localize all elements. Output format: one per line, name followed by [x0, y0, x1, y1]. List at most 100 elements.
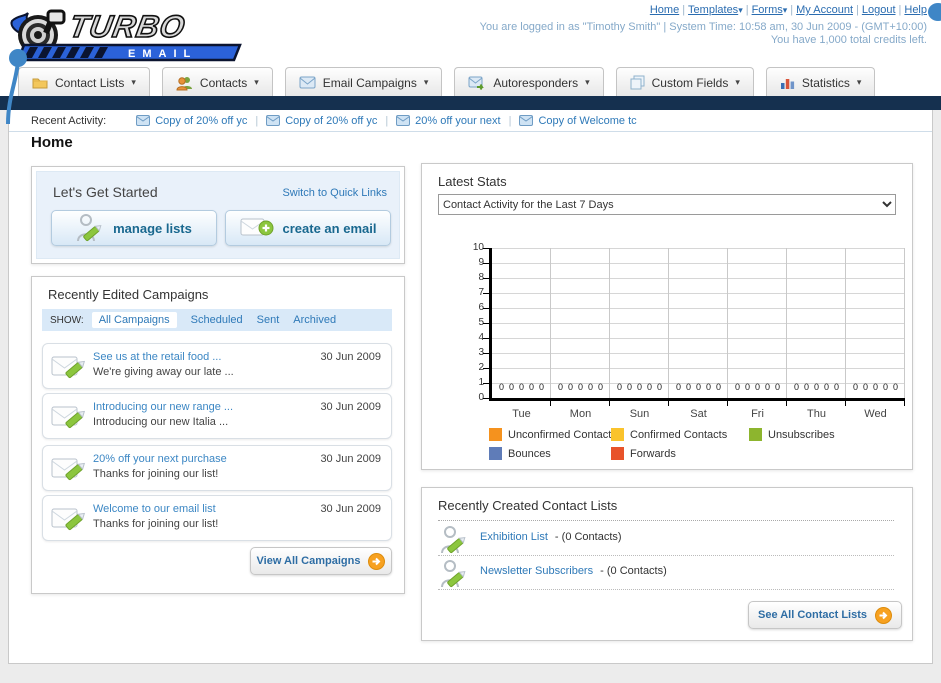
campaign-date: 30 Jun 2009	[320, 401, 381, 413]
tab-contacts[interactable]: Contacts ▾	[161, 67, 273, 97]
top-link-separator: |	[682, 4, 686, 16]
chart-y-tick	[483, 337, 489, 339]
get-started-title: Let's Get Started	[53, 184, 158, 200]
chart-value-labels: 00000	[787, 382, 846, 392]
legend-swatch	[611, 428, 624, 441]
tab-email-campaigns[interactable]: Email Campaigns ▾	[284, 67, 443, 97]
legend-item-forwards: Forwards	[611, 447, 676, 460]
contact-activity-chart: 0 0 0 0 0 Tue 0 0 0 0 0 Mon 0 0 0 0 0 Sun 0 0 0 0 0 Sat 0 0 0 0 0 Fri…	[483, 247, 905, 420]
contact-list-row[interactable]: Newsletter Subscribers - (0 Contacts)	[438, 556, 894, 590]
campaign-row[interactable]: Introducing our new range ... Introducing…	[42, 393, 392, 439]
campaign-title-link[interactable]: See us at the retail food ...	[93, 351, 221, 363]
top-link-help[interactable]: Help	[904, 4, 927, 16]
top-link-home[interactable]: Home	[650, 4, 679, 16]
chart-x-tick	[786, 401, 787, 406]
recent-activity-link[interactable]: Copy of Welcome tc	[519, 114, 637, 127]
filter-all-campaigns[interactable]: All Campaigns	[91, 312, 177, 328]
chart-x-label: Sat	[690, 408, 707, 420]
manage-lists-button[interactable]: manage lists	[51, 210, 217, 246]
chart-value-label: 0	[705, 382, 711, 392]
chart-gridline-h	[492, 323, 905, 324]
chart-y-tick	[483, 277, 489, 279]
top-link-templates[interactable]: Templates ▾	[688, 4, 743, 16]
top-link-logout[interactable]: Logout	[862, 4, 896, 16]
filter-archived[interactable]: Archived	[293, 314, 336, 326]
recent-activity-link[interactable]: Copy of 20% off yc	[136, 115, 247, 127]
chart-legend: Unconfirmed Contacts Confirmed Contacts Un…	[489, 428, 902, 466]
recent-activity-text: Copy of 20% off yc	[285, 114, 378, 127]
stats-period-select[interactable]: Contact Activity for the Last 7 Days	[438, 194, 896, 215]
view-all-campaigns-button[interactable]: View All Campaigns	[250, 547, 392, 575]
chart-y-tick	[483, 322, 489, 324]
legend-label: Confirmed Contacts	[630, 428, 728, 441]
switch-to-quick-links-link[interactable]: Switch to Quick Links	[282, 187, 387, 199]
contact-list-name-link[interactable]: Newsletter Subscribers	[480, 565, 593, 577]
campaign-row[interactable]: See us at the retail food ... We're givin…	[42, 343, 392, 389]
contact-list-name-link[interactable]: Exhibition List	[480, 531, 548, 543]
legend-swatch	[611, 447, 624, 460]
campaign-row[interactable]: Welcome to our email list Thanks for join…	[42, 495, 392, 541]
get-started-panel: Let's Get Started Switch to Quick Links …	[31, 166, 405, 264]
campaign-date: 30 Jun 2009	[320, 351, 381, 363]
chart-gridline-v	[550, 248, 551, 398]
chart-gridline-v	[727, 248, 728, 398]
tab-autoresponders[interactable]: Autoresponders ▾	[454, 67, 604, 97]
recent-activity-text: Copy of Welcome tc	[538, 114, 637, 127]
top-link-separator: |	[898, 4, 902, 16]
top-link-separator: |	[856, 4, 859, 16]
chevron-down-icon: ▾	[585, 77, 590, 87]
recent-activity-link[interactable]: Copy of 20% off yc	[266, 115, 377, 127]
campaign-subtitle: Thanks for joining our list!	[93, 518, 219, 530]
contact-list-text: Exhibition List - (0 Contacts)	[480, 531, 622, 543]
top-link-forms[interactable]: Forms ▾	[752, 4, 788, 16]
campaign-title-link[interactable]: Introducing our new range ...	[93, 401, 233, 413]
see-all-contact-lists-button[interactable]: See All Contact Lists	[748, 601, 902, 629]
contact-list-count: - (0 Contacts)	[551, 531, 622, 543]
main-nav-tabs: Contact Lists ▾ Contacts ▾ Email Campaigns ▾ A…	[18, 67, 876, 97]
top-link-my-account[interactable]: My Account	[796, 4, 853, 16]
chart-value-label: 0	[735, 382, 741, 392]
legend-item-bounces: Bounces	[489, 447, 551, 460]
chart-gridline-h	[492, 248, 905, 249]
campaign-row[interactable]: 20% off your next purchase Thanks for joi…	[42, 445, 392, 491]
mail-pencil-icon	[51, 505, 87, 532]
svg-text:EMAIL: EMAIL	[128, 48, 197, 60]
campaign-title-link[interactable]: Welcome to our email list	[93, 503, 216, 515]
chart-gridline-v	[668, 248, 669, 398]
campaign-title-link[interactable]: 20% off your next purchase	[93, 453, 227, 465]
recent-activity-bar: Recent Activity: Copy of 20% off yc | Copy…	[9, 110, 932, 132]
chart-value-label: 0	[499, 382, 505, 392]
chevron-down-icon: ▾	[782, 5, 788, 15]
contact-list-row[interactable]: Exhibition List - (0 Contacts)	[438, 522, 894, 556]
legend-swatch	[489, 428, 502, 441]
recent-activity-link[interactable]: 20% off your next	[396, 114, 501, 127]
mail-small-icon	[136, 115, 151, 126]
contacts-icon	[176, 75, 193, 91]
chart-x-tick	[609, 401, 610, 406]
chart-y-tick	[483, 352, 489, 354]
main-content: Recent Activity: Copy of 20% off yc | Copy…	[8, 110, 933, 664]
campaign-subtitle: Introducing our new Italia ...	[93, 416, 229, 428]
chart-value-label: 0	[558, 382, 564, 392]
tab-contact-lists[interactable]: Contact Lists ▾	[18, 67, 150, 97]
create-an-email-button[interactable]: create an email	[225, 210, 391, 246]
tab-statistics[interactable]: Statistics ▾	[765, 67, 876, 97]
tab-label: Contacts	[199, 75, 248, 90]
mail-small-icon	[519, 115, 534, 126]
legend-item-confirmed-contacts: Confirmed Contacts	[611, 428, 727, 441]
legend-item-unsubscribes: Unsubscribes	[749, 428, 835, 441]
get-started-inner: Let's Get Started Switch to Quick Links …	[36, 171, 400, 259]
chart-value-label: 0	[646, 382, 652, 392]
chevron-down-icon: ▾	[735, 77, 740, 87]
help-bubble-icon[interactable]	[928, 3, 941, 21]
filter-sent[interactable]: Sent	[257, 314, 280, 326]
view-all-campaigns-label: View All Campaigns	[256, 555, 361, 567]
credits-info: You have 1,000 total credits left.	[770, 34, 927, 46]
turbo-email-logo[interactable]: TURBO EMAIL	[8, 3, 248, 63]
folder-icon	[32, 75, 48, 91]
recent-activity-text: 20% off your next	[415, 114, 501, 127]
chart-value-labels: 00000	[669, 382, 728, 392]
tab-custom-fields[interactable]: Custom Fields ▾	[615, 67, 754, 97]
filter-scheduled[interactable]: Scheduled	[191, 314, 243, 326]
chart-x-label: Thu	[807, 408, 826, 420]
